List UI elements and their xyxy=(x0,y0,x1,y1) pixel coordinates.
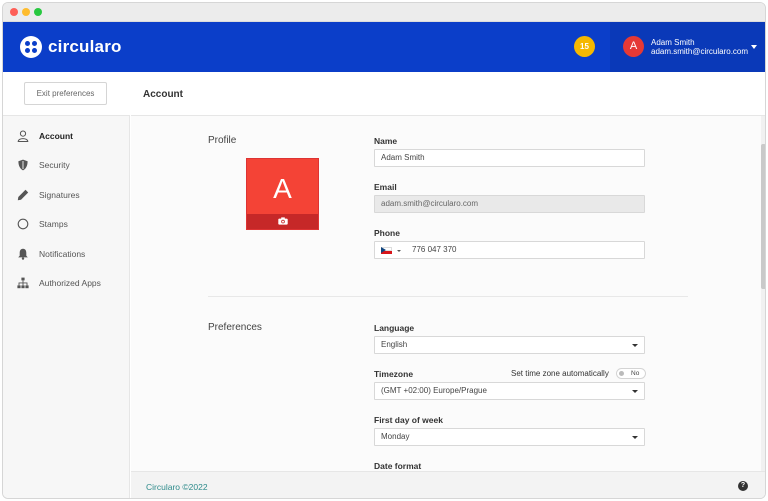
phone-label: Phone xyxy=(374,228,400,238)
sitemap-icon xyxy=(17,277,29,289)
footer: Circularo ©2022 ? xyxy=(131,471,765,498)
profile-section-title: Profile xyxy=(208,135,237,146)
chevron-down-icon xyxy=(751,45,757,49)
timezone-select[interactable]: (GMT +02:00) Europe/Prague xyxy=(374,382,645,400)
language-select[interactable]: English xyxy=(374,336,645,354)
sidebar-item-stamps[interactable]: Stamps xyxy=(3,213,130,235)
phone-field[interactable]: 776 047 370 xyxy=(374,241,645,259)
timezone-value: (GMT +02:00) Europe/Prague xyxy=(381,386,487,395)
first-day-select[interactable]: Monday xyxy=(374,428,645,446)
profile-photo-initial: A xyxy=(273,173,292,204)
first-day-label: First day of week xyxy=(374,415,443,425)
toggle-knob xyxy=(619,371,624,376)
bell-icon xyxy=(18,248,28,260)
chevron-down-icon xyxy=(632,436,638,439)
logo-icon xyxy=(20,36,42,58)
brand-name: circularo xyxy=(48,37,122,56)
sidebar-item-authorized-apps[interactable]: Authorized Apps xyxy=(3,272,130,294)
date-format-label: Date format xyxy=(374,461,422,471)
sidebar-item-label: Signatures xyxy=(39,190,80,200)
change-photo-button[interactable] xyxy=(247,214,318,229)
sidebar-item-label: Account xyxy=(39,131,73,141)
scrollbar[interactable] xyxy=(761,116,765,471)
account-form: Profile A Name Adam Smith Email adam.smi… xyxy=(131,116,765,471)
close-window-button[interactable] xyxy=(10,8,18,16)
app-window: circularo 15 A Adam Smith adam.smith@cir… xyxy=(2,2,766,499)
user-menu[interactable]: A Adam Smith adam.smith@circularo.com xyxy=(610,22,765,72)
section-divider xyxy=(208,296,688,297)
chevron-down-icon xyxy=(632,390,638,393)
timezone-auto-label: Set time zone automatically xyxy=(511,369,609,378)
sidebar-item-signatures[interactable]: Signatures xyxy=(3,184,130,206)
avatar: A xyxy=(623,36,644,57)
toggle-state: No xyxy=(631,370,640,377)
name-field[interactable]: Adam Smith xyxy=(374,149,645,167)
czech-flag-icon[interactable] xyxy=(381,247,392,254)
phone-number: 776 047 370 xyxy=(412,245,457,254)
sidebar-item-notifications[interactable]: Notifications xyxy=(3,243,130,265)
chevron-down-icon xyxy=(397,250,401,252)
maximize-window-button[interactable] xyxy=(34,8,42,16)
circle-icon xyxy=(17,218,29,230)
sidebar-item-label: Stamps xyxy=(39,219,68,229)
app-header: circularo 15 A Adam Smith adam.smith@cir… xyxy=(3,22,765,72)
sidebar-item-label: Security xyxy=(39,160,70,170)
pen-icon xyxy=(17,189,29,201)
email-field: adam.smith@circularo.com xyxy=(374,195,645,213)
page-title: Account xyxy=(143,89,183,100)
user-icon xyxy=(17,130,29,142)
minimize-window-button[interactable] xyxy=(22,8,30,16)
scrollbar-thumb[interactable] xyxy=(761,144,765,289)
sidebar-item-security[interactable]: Security xyxy=(3,154,130,176)
window-titlebar xyxy=(3,3,765,22)
shield-icon xyxy=(18,159,28,171)
brand-logo[interactable]: circularo xyxy=(20,36,122,58)
camera-icon xyxy=(278,217,288,225)
notification-badge[interactable]: 15 xyxy=(574,36,595,57)
timezone-label: Timezone xyxy=(374,369,414,379)
chevron-down-icon xyxy=(632,344,638,347)
timezone-auto-toggle[interactable]: No xyxy=(616,368,646,379)
language-value: English xyxy=(381,340,408,349)
content-header: Account xyxy=(131,72,765,116)
copyright-text: Circularo ©2022 xyxy=(146,482,208,492)
preferences-section-title: Preferences xyxy=(208,322,262,333)
help-icon[interactable]: ? xyxy=(738,481,748,491)
user-name: Adam Smith xyxy=(651,38,695,47)
name-label: Name xyxy=(374,136,398,146)
sidebar-item-label: Notifications xyxy=(39,249,86,259)
user-email: adam.smith@circularo.com xyxy=(651,47,749,56)
exit-preferences-button[interactable]: Exit preferences xyxy=(24,82,107,105)
sidebar-item-label: Authorized Apps xyxy=(39,278,101,288)
profile-photo[interactable]: A xyxy=(246,158,319,230)
exit-area: Exit preferences xyxy=(3,72,130,116)
language-label: Language xyxy=(374,323,415,333)
sidebar: Exit preferences Account Security Signat… xyxy=(3,72,130,498)
first-day-value: Monday xyxy=(381,432,410,441)
sidebar-item-account[interactable]: Account xyxy=(3,125,130,147)
email-label: Email xyxy=(374,182,397,192)
